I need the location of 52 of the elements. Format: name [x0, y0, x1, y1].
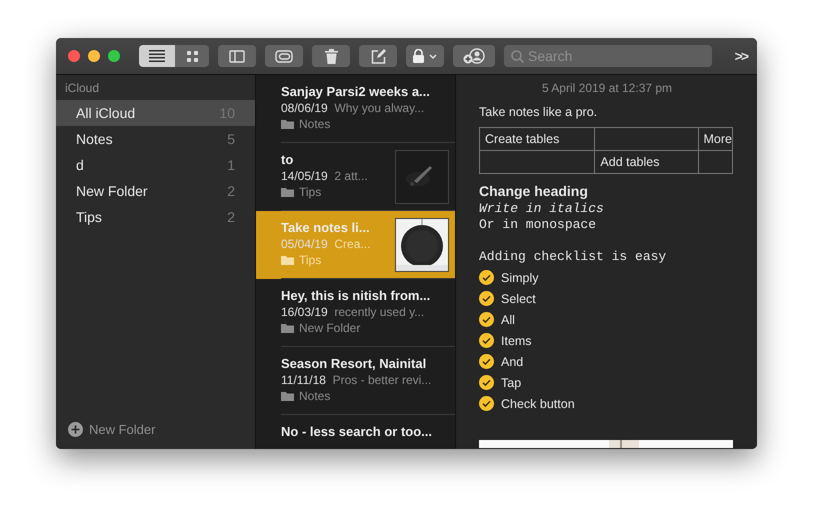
folder-label: New Folder: [76, 183, 148, 199]
note-title: No - less search or too...: [281, 424, 433, 439]
note-title: Season Resort, Nainital: [281, 356, 428, 371]
checklist-item: Check button: [501, 396, 575, 410]
note-count: 5: [227, 131, 235, 147]
note-item[interactable]: Season Resort, Nainital 11/11/18 Pros - better revi... Notes: [256, 347, 455, 415]
folder-item[interactable]: New Folder 2: [56, 178, 255, 204]
checklist-item: Select: [501, 292, 536, 306]
note-item[interactable]: to 14/05/19 2 att... Tips: [256, 143, 455, 211]
note-count: 1: [227, 157, 235, 173]
folder-label: Notes: [76, 131, 113, 147]
note-preview: 08/06/19 Why you alway...: [281, 101, 426, 115]
folder-label: d: [76, 157, 84, 173]
note-text: Take notes like a pro.: [479, 105, 598, 119]
note-count: 2: [227, 209, 235, 225]
note-date: 5 April 2019 at 12:37 pm: [540, 81, 674, 95]
checklist-item: And: [501, 354, 524, 368]
folder-name: Notes: [299, 117, 330, 131]
table-cell-text: Add tables: [600, 155, 660, 169]
note-item[interactable]: Sanjay Parsi2 weeks a... 08/06/19 Why you alway... Notes: [256, 75, 455, 143]
note-preview: 11/11/18 Pros - better revi...: [281, 373, 432, 387]
table-cell-text: Create tables: [485, 132, 560, 146]
folder-label: All iCloud: [76, 105, 136, 121]
note-preview: 05/04/19 Crea...: [281, 237, 372, 251]
folder-item[interactable]: d 1: [56, 152, 255, 178]
checklist-item: Simply: [501, 270, 539, 284]
table-cell-text: More: [704, 132, 732, 146]
folder-name: Notes: [299, 389, 330, 403]
folder-name: Tips: [299, 185, 322, 199]
section-header: iCloud: [64, 81, 100, 97]
note-text: Or in monospace: [479, 217, 598, 233]
note-preview: 14/05/19 2 att...: [281, 169, 369, 183]
note-text: Write in italics: [479, 201, 605, 217]
note-title: to: [281, 152, 294, 167]
note-text: Adding checklist is easy: [479, 249, 668, 265]
note-count: 2: [227, 183, 235, 199]
folder-item[interactable]: Notes 5: [56, 126, 255, 152]
note-title: Take notes li...: [281, 220, 371, 235]
note-title: Sanjay Parsi2 weeks a...: [281, 84, 431, 99]
checklist-item: Items: [501, 334, 532, 348]
overflow-button[interactable]: >>: [734, 48, 747, 64]
note-preview: 16/03/19 recently used y...: [281, 305, 426, 319]
folder-item[interactable]: Tips 2: [56, 204, 255, 230]
folder-name: Tips: [299, 253, 322, 267]
checklist-item: Tap: [501, 376, 522, 390]
checklist-item: All: [501, 312, 515, 326]
new-folder-button[interactable]: New Folder: [89, 422, 156, 437]
note-item[interactable]: Hey, this is nitish from... 16/03/19 recently used y... New Folder: [256, 279, 455, 347]
note-title: Hey, this is nitish from...: [281, 288, 432, 303]
note-heading: Change heading: [479, 183, 589, 199]
folder-label: Tips: [76, 209, 102, 225]
folder-name: New Folder: [299, 321, 360, 335]
